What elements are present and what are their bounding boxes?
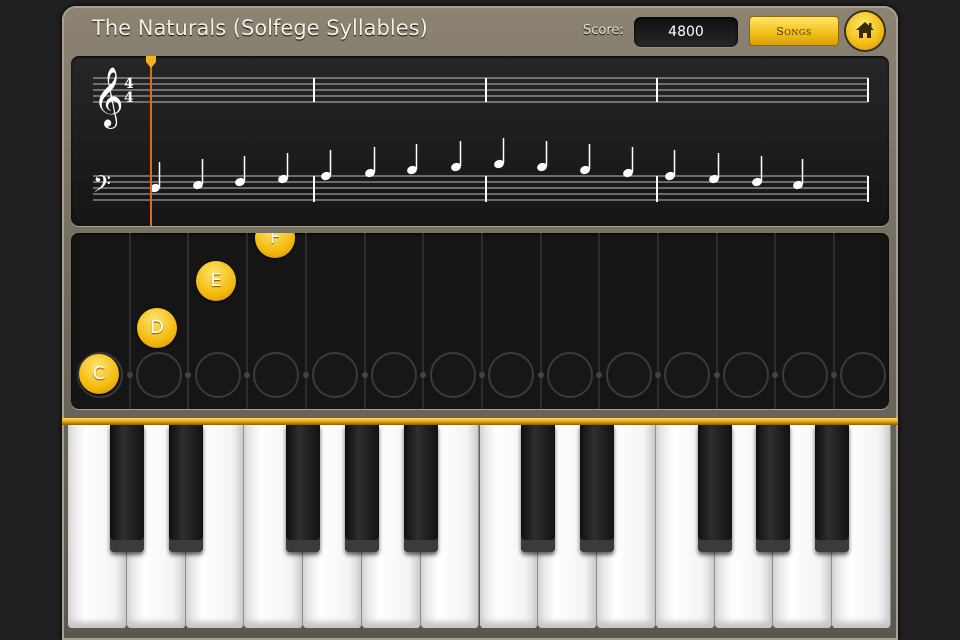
home-button[interactable] [846,12,884,50]
black-key[interactable] [286,425,321,552]
treble-staff [93,77,869,103]
time-signature-bottom: 4 [124,90,134,106]
lane-target-ring [136,352,182,398]
black-key[interactable] [756,425,791,552]
lane-dot [831,372,837,378]
bass-notes [150,138,804,193]
lane-dot [244,372,250,378]
black-key[interactable] [109,425,144,552]
song-title: The Naturals (Solfege Syllables) [92,16,428,40]
note-lanes-panel: C D E F [71,233,889,409]
lane-target-ring [488,352,534,398]
music-staff: 𝄞 4 4 𝄢 [93,56,869,226]
lane-target-ring [430,352,476,398]
lane-target-ring [840,352,886,398]
lane-dot [655,372,661,378]
lane-target-ring [664,352,710,398]
black-key[interactable] [521,425,556,552]
black-key[interactable] [168,425,203,552]
note-ball-e[interactable]: E [196,261,236,301]
lane-target-ring [782,352,828,398]
lane-target-ring [606,352,652,398]
keyboard-rail [62,418,898,425]
note-ball-d[interactable]: D [137,308,177,348]
lane-dot [362,372,368,378]
lane-target-ring [723,352,769,398]
score-value: 4800 [634,17,738,47]
score-label: Score: [583,23,624,38]
note-lane-grid [77,233,886,409]
lane-dot [772,372,778,378]
piano-keyboard [68,425,891,630]
lane-dot [538,372,544,378]
black-key[interactable] [403,425,438,552]
lane-dot [420,372,426,378]
lane-dot [185,372,191,378]
lane-target-ring [371,352,417,398]
home-icon [856,22,874,38]
lane-target-ring [195,352,241,398]
lane-dot [303,372,309,378]
bass-clef-icon: 𝄢 [93,170,111,203]
lane-dot [714,372,720,378]
black-key[interactable] [344,425,379,552]
lane-dot [596,372,602,378]
lane-dot [479,372,485,378]
bass-staff [93,175,869,202]
lane-dot [127,372,133,378]
lane-target-ring [253,352,299,398]
black-key[interactable] [697,425,732,552]
lane-target-ring [547,352,593,398]
lane-target-ring [312,352,358,398]
note-ball-c[interactable]: C [79,354,119,394]
songs-button[interactable]: Songs [749,16,839,46]
treble-clef-icon: 𝄞 [93,67,124,129]
staff-panel: 𝄞 4 4 𝄢 [71,56,889,226]
black-key[interactable] [815,425,850,552]
black-key[interactable] [580,425,615,552]
